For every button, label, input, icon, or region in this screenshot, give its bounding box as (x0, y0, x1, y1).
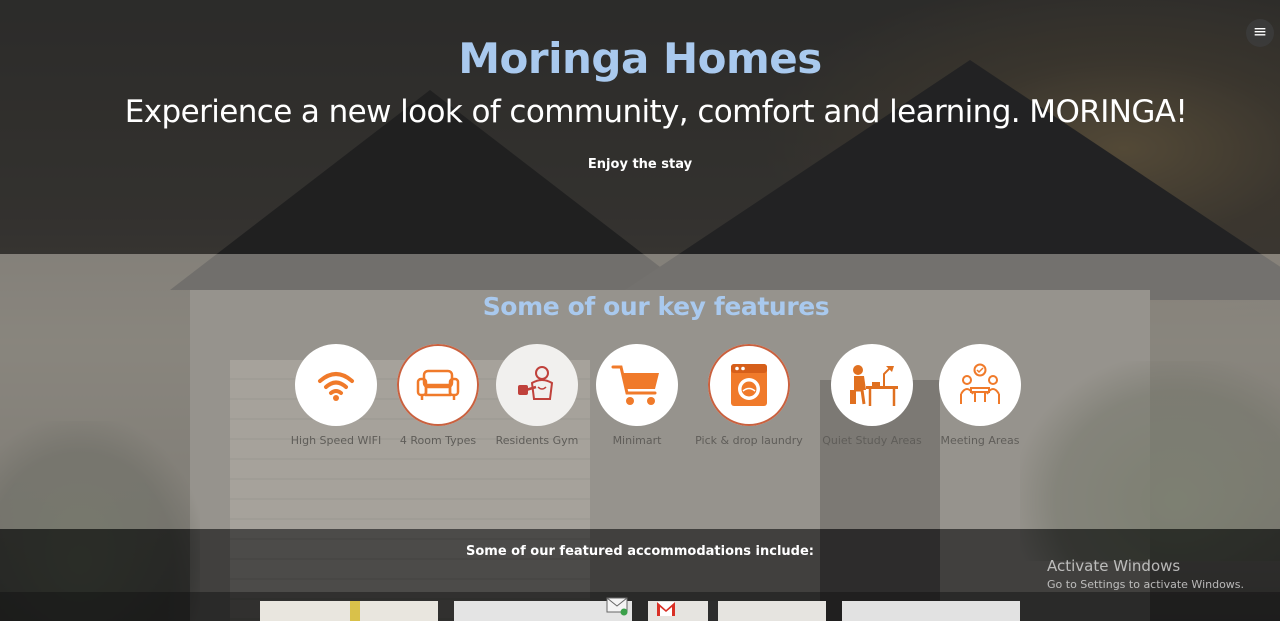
feature-label: Meeting Areas (940, 434, 1020, 447)
feature-gym[interactable]: Residents Gym (489, 344, 585, 447)
meeting-icon (960, 363, 1000, 404)
hero-subtitle: Experience a new look of community, comf… (124, 94, 1188, 130)
key-features-section: Some of our key features High Speed WIFI (0, 254, 1280, 529)
feature-minimart[interactable]: Minimart (589, 344, 685, 447)
study-desk-icon (850, 365, 898, 406)
feature-label: High Speed WIFI (290, 434, 382, 447)
gmail-icon[interactable] (656, 601, 676, 617)
accommodation-strip (0, 592, 1280, 621)
feature-wifi[interactable]: High Speed WIFI (288, 344, 384, 447)
feature-study[interactable]: Quiet Study Areas (819, 344, 925, 447)
site-title: Moringa Homes (458, 34, 822, 83)
windows-activation-watermark: Activate Windows Go to Settings to activ… (1047, 557, 1244, 591)
sofa-icon (416, 369, 460, 400)
feature-circle (397, 344, 479, 426)
feature-circle (831, 344, 913, 426)
hero-tagline: Enjoy the stay (587, 157, 693, 172)
feature-circle (939, 344, 1021, 426)
watermark-subtitle: Go to Settings to activate Windows. (1047, 578, 1245, 591)
accommodation-card[interactable] (842, 601, 1020, 621)
feature-circle (596, 344, 678, 426)
feature-label: Residents Gym (495, 434, 579, 447)
wifi-icon (318, 372, 354, 401)
feature-label: Minimart (612, 434, 662, 447)
gym-icon (518, 366, 554, 400)
washing-machine-icon (731, 364, 767, 406)
feature-room-types[interactable]: 4 Room Types (390, 344, 486, 447)
shopping-cart-icon (611, 365, 659, 405)
feature-laundry[interactable]: Pick & drop laundry (692, 344, 806, 447)
mail-notification-icon[interactable] (606, 596, 630, 616)
accommodation-card[interactable] (260, 601, 438, 621)
feature-label: Quiet Study Areas (822, 434, 922, 447)
features-heading: Some of our key features (482, 292, 830, 321)
hamburger-menu-icon[interactable]: ≡ (1246, 19, 1274, 47)
feature-label: Pick & drop laundry (695, 434, 803, 447)
feature-label: 4 Room Types (399, 434, 477, 447)
feature-circle (295, 344, 377, 426)
watermark-title: Activate Windows (1047, 557, 1181, 575)
hero-section: Moringa Homes Experience a new look of c… (0, 0, 1280, 254)
feature-circle (496, 344, 578, 426)
feature-meeting[interactable]: Meeting Areas (935, 344, 1025, 447)
feature-circle (708, 344, 790, 426)
